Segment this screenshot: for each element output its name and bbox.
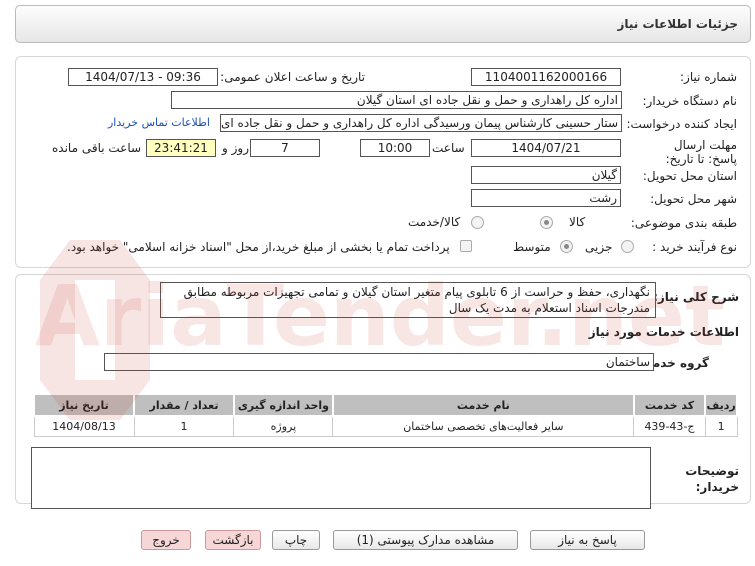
cell-service-name: سایر فعالیت‌های تخصصی ساختمان (332, 415, 635, 437)
deadline-label: مهلت ارسال پاسخ: تا تاریخ: (665, 138, 737, 166)
process-medium-label: متوسط (513, 240, 551, 254)
treasury-payment-note: پرداخت تمام یا بخشی از مبلغ خرید،از محل … (67, 240, 450, 254)
cell-quantity: 1 (133, 415, 235, 437)
buyer-org-label: نام دستگاه خریدار: (642, 94, 738, 108)
need-number-field: 1104001162000166 (471, 68, 621, 86)
col-service-code: کد خدمت (632, 393, 707, 417)
buyer-notes-label: توضیحات خریدار: (685, 464, 739, 494)
category-goods-service-radio[interactable] (471, 216, 484, 229)
col-unit: واحد اندازه گیری (232, 393, 334, 417)
province-field: گیلان (471, 166, 621, 184)
buyer-org-field: اداره کل راهداری و حمل و نقل جاده ای است… (171, 91, 622, 109)
process-medium-radio[interactable] (560, 240, 573, 253)
requester-field: ستار حسینی کارشناس پیمان ورسیدگی اداره ک… (220, 114, 622, 132)
days-label: روز و (222, 141, 249, 155)
cell-need-date: 1404/08/13 (33, 415, 135, 437)
days-field: 7 (250, 139, 320, 157)
remaining-time-field: 23:41:21 (146, 139, 216, 157)
category-goods-label: کالا (569, 215, 586, 229)
announce-datetime-field: 1404/07/13 - 09:36 (68, 68, 218, 86)
remaining-label: ساعت باقی مانده (52, 141, 142, 155)
col-service-name: نام خدمت (331, 393, 635, 417)
category-goods-radio[interactable] (540, 216, 553, 229)
table-row: 1 ج-43-439 سایر فعالیت‌های تخصصی ساختمان… (33, 415, 738, 437)
announce-label: تاریخ و ساعت اعلان عمومی: (220, 70, 365, 84)
process-minor-label: جزیی (585, 240, 613, 254)
category-label: طبقه بندی موضوعی: (630, 216, 737, 230)
contact-info-link[interactable]: اطلاعات تماس خریدار (108, 116, 210, 129)
need-number-label: شماره نیاز: (680, 70, 737, 84)
need-info-panel (15, 56, 751, 268)
treasury-payment-checkbox[interactable] (460, 240, 472, 252)
cell-service-code: ج-43-439 (633, 415, 706, 437)
description-textarea[interactable]: نگهداری، حفظ و حراست از 6 تابلوی پیام مت… (160, 282, 656, 318)
deadline-time-field: 10:00 (360, 139, 430, 157)
reply-button[interactable]: پاسخ به نیاز (530, 530, 645, 550)
service-group-field: ساختمان (104, 353, 654, 371)
city-field: رشت (471, 189, 621, 207)
services-section-title: اطلاعات خدمات مورد نیاز (588, 325, 739, 339)
deadline-date-field: 1404/07/21 (471, 139, 621, 157)
process-label: نوع فرآیند خرید : (652, 240, 737, 254)
col-need-date: تاریخ نیاز (33, 393, 135, 417)
col-row-number: ردیف (704, 393, 738, 417)
services-table: ردیف کد خدمت نام خدمت واحد اندازه گیری ت… (33, 393, 738, 437)
col-quantity: تعداد / مقدار (133, 393, 235, 417)
exit-button[interactable]: خروج (141, 530, 191, 550)
print-button[interactable]: چاپ (272, 530, 320, 550)
city-label: شهر محل تحویل: (650, 192, 737, 206)
back-button[interactable]: بازگشت (205, 530, 261, 550)
buyer-notes-textarea[interactable] (31, 447, 651, 509)
cell-unit: پروژه (233, 415, 334, 437)
page-header: جزئیات اطلاعات نیاز (15, 5, 751, 43)
cell-row-number: 1 (704, 415, 738, 437)
page-title: جزئیات اطلاعات نیاز (617, 17, 738, 31)
attachments-button[interactable]: مشاهده مدارک پیوستی (1) (333, 530, 518, 550)
description-label: شرح کلی نیاز: (653, 290, 739, 304)
province-label: استان محل تحویل: (642, 169, 737, 183)
process-minor-radio[interactable] (621, 240, 634, 253)
table-header-row: ردیف کد خدمت نام خدمت واحد اندازه گیری ت… (33, 393, 738, 417)
requester-label: ایجاد کننده درخواست: (626, 117, 737, 131)
time-label: ساعت (432, 141, 465, 155)
category-goods-service-label: کالا/خدمت (408, 215, 461, 229)
